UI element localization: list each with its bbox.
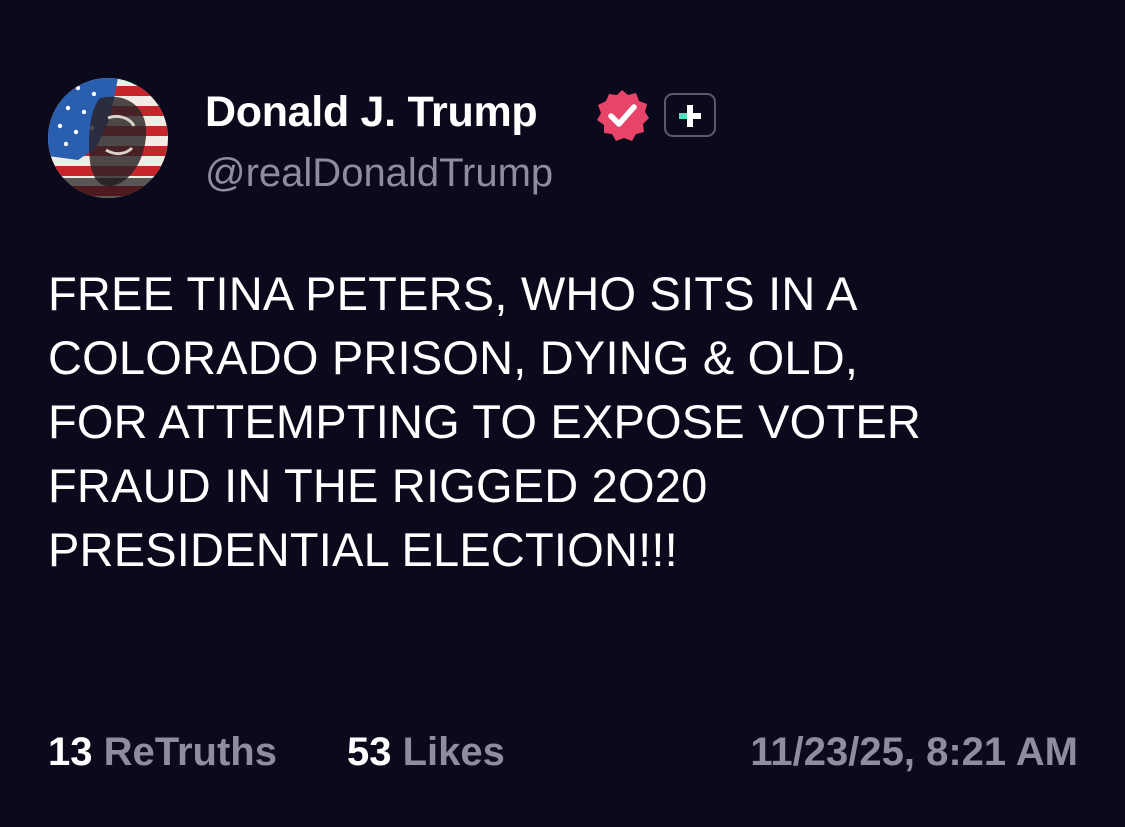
avatar[interactable] — [48, 78, 168, 198]
retruths-count: 13 — [48, 730, 93, 774]
post-timestamp: 11/23/25, 8:21 AM — [750, 730, 1078, 774]
plus-icon — [664, 93, 716, 137]
post-text: FREE TINA PETERS, WHO SITS IN A COLORADO… — [48, 267, 922, 576]
user-handle[interactable]: @realDonaldTrump — [205, 148, 553, 198]
verified-check-icon — [595, 88, 649, 142]
display-name[interactable]: Donald J. Trump — [205, 86, 538, 138]
retruths-stat[interactable]: 13 ReTruths — [48, 726, 277, 778]
likes-stat[interactable]: 53 Likes — [347, 726, 505, 778]
likes-label: Likes — [402, 730, 505, 774]
retruths-label: ReTruths — [103, 730, 277, 774]
truth-post: Donald J. Trump @realDonaldTrump FREE TI… — [0, 0, 1125, 827]
likes-count: 53 — [347, 730, 392, 774]
post-footer: 13 ReTruths 53 Likes 11/23/25, 8:21 AM — [48, 726, 1078, 778]
avatar-image — [48, 78, 168, 198]
